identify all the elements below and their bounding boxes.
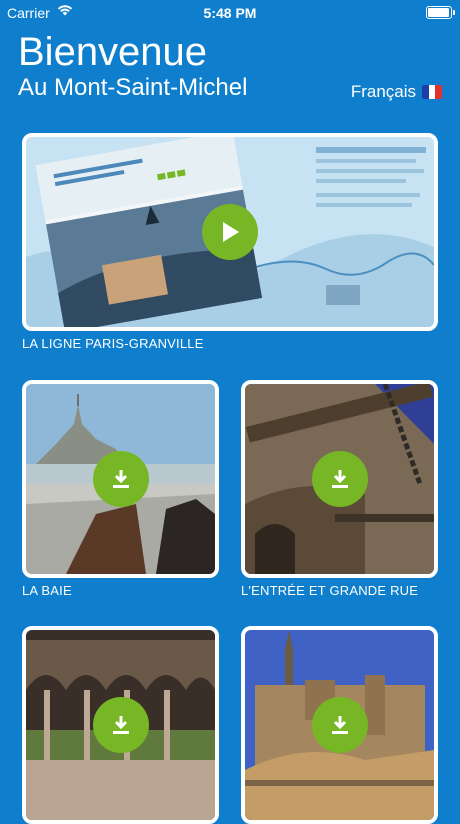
page-subtitle: Au Mont-Saint-Michel [18,74,248,101]
card-abbey[interactable] [241,626,438,824]
card-cloister[interactable] [22,626,219,824]
language-selector[interactable]: Français [351,82,442,102]
download-button[interactable] [311,451,368,507]
page-title: Bienvenue [18,30,208,74]
french-flag-icon [422,85,442,99]
status-bar: Carrier 5:48 PM [0,0,460,26]
language-label: Français [350,82,416,101]
download-icon [331,716,348,734]
clock: 5:48 PM [203,5,257,21]
download-icon [331,470,348,488]
play-button[interactable] [202,204,258,260]
download-icon [112,716,129,734]
download-button[interactable] [311,697,368,753]
card-label: L'ENTRÉE ET GRANDE RUE [241,583,419,598]
card-entree-grande-rue[interactable] [241,380,438,578]
download-button[interactable] [92,451,149,507]
featured-video-card[interactable] [22,133,438,331]
card-label: LA BAIE [22,583,72,598]
card-la-baie[interactable] [22,380,219,578]
play-icon [223,222,239,242]
featured-label: LA LIGNE PARIS-GRANVILLE [22,336,204,351]
battery-icon [426,6,455,19]
download-button[interactable] [92,697,149,753]
download-icon [112,470,129,488]
